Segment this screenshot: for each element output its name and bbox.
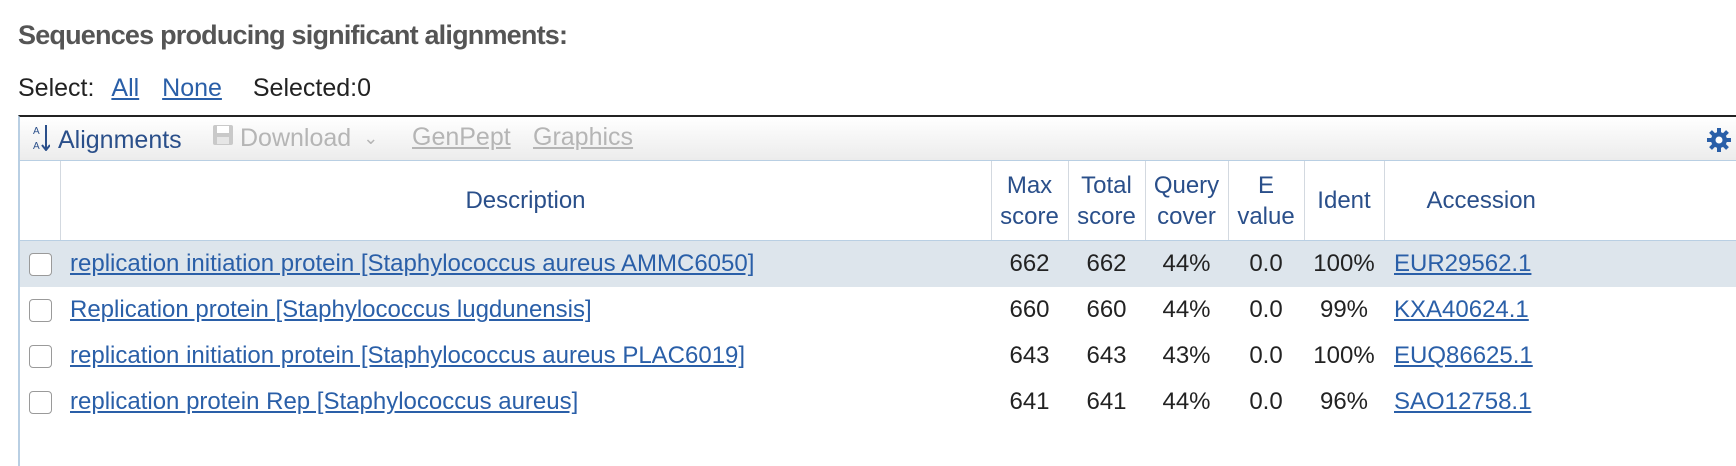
total-score-cell: 643 [1086,342,1127,369]
row-checkbox[interactable] [28,391,52,415]
total-score-cell: 660 [1086,296,1127,323]
download-button[interactable]: Download ⌄ [212,123,378,154]
query-cover-cell: 44% [1162,296,1211,323]
description-link[interactable]: replication initiation protein [Staphylo… [70,250,754,277]
max-score-cell: 643 [1009,342,1050,369]
accession-header[interactable]: Accession [1384,161,1736,241]
select-label: Select: [18,74,95,102]
graphics-link[interactable]: Graphics [533,123,633,152]
total-score-cell: 662 [1068,240,1145,287]
page-heading: Sequences producing significant alignmen… [18,20,568,50]
table-row: replication initiation protein [Staphylo… [20,240,1736,287]
max-score-cell: 660 [1009,296,1050,323]
description-link[interactable]: replication protein Rep [Staphylococcus … [70,388,578,415]
table-row: replication protein Rep [Staphylococcus … [20,379,1736,425]
max-score-cell: 662 [991,240,1068,287]
accession-link[interactable]: EUQ86625.1 [1394,342,1533,369]
ident-cell: 100% [1304,240,1384,287]
evalue-cell: 0.0 [1228,240,1304,287]
select-all-link[interactable]: All [111,74,139,102]
query-cover-cell: 43% [1162,342,1211,369]
ident-cell: 96% [1319,388,1369,415]
total-score-cell: 641 [1086,388,1127,415]
svg-text:A: A [33,141,40,151]
table-row: replication initiation protein [Staphylo… [20,333,1736,379]
max-score-header[interactable]: Max score [991,161,1069,241]
alignments-button[interactable]: A A Alignments [32,123,182,158]
query-cover-cell: 44% [1145,240,1228,287]
results-toolbar: A A Alignments Download ⌄ GenPept Graphi… [20,117,1736,161]
evalue-cell: 0.0 [1249,296,1283,323]
alignments-label: Alignments [58,126,182,154]
download-label: Download [240,124,352,152]
description-link[interactable]: Replication protein [Staphylococcus lugd… [70,296,592,323]
floppy-disk-icon [212,123,234,154]
genpept-link[interactable]: GenPept [412,123,511,152]
checkbox-header [20,161,61,241]
row-checkbox[interactable] [28,253,52,277]
row-checkbox[interactable] [28,299,52,323]
chevron-down-icon: ⌄ [363,128,379,148]
accession-link[interactable]: SAO12758.1 [1394,388,1531,415]
results-panel: A A Alignments Download ⌄ GenPept Graphi… [18,115,1736,466]
accession-link[interactable]: KXA40624.1 [1394,296,1529,323]
query-cover-header[interactable]: Query cover [1145,161,1229,241]
total-score-header[interactable]: Total score [1068,161,1146,241]
query-cover-cell: 44% [1162,388,1211,415]
evalue-cell: 0.0 [1249,388,1283,415]
description-link[interactable]: replication initiation protein [Staphylo… [70,342,745,369]
selected-count: Selected:0 [252,74,371,102]
table-header-row: Description Max score Total score Query cov… [20,161,1736,241]
gear-icon[interactable] [1706,127,1732,160]
evalue-header[interactable]: Evalue [1228,161,1305,241]
max-score-cell: 641 [1009,388,1050,415]
description-header[interactable]: Description [60,161,992,241]
ident-header[interactable]: Ident [1304,161,1385,241]
ident-cell: 100% [1313,342,1375,369]
svg-text:A: A [33,126,40,137]
sort-az-icon: A A [32,123,51,158]
select-controls: Select: All None Selected:0 [18,74,371,103]
evalue-cell: 0.0 [1249,342,1283,369]
results-table: Description Max score Total score Query cov… [20,161,1736,425]
select-none-link[interactable]: None [162,74,222,102]
ident-cell: 99% [1319,296,1369,323]
table-row: Replication protein [Staphylococcus lugd… [20,287,1736,333]
row-checkbox[interactable] [28,345,52,369]
accession-link[interactable]: EUR29562.1 [1394,250,1531,277]
